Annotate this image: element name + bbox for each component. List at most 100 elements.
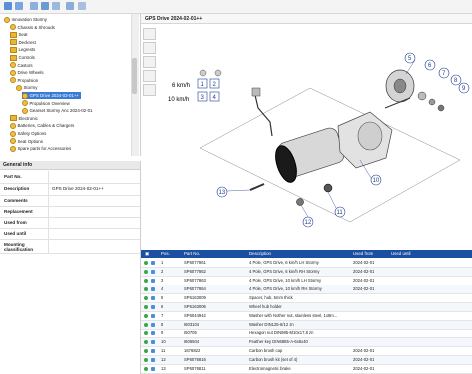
- table-row[interactable]: 6 SP6163006 Wheel hub holder: [141, 303, 472, 312]
- cart-icon[interactable]: [144, 278, 148, 283]
- tree-node[interactable]: Legrests: [10, 46, 35, 53]
- zoom-icon[interactable]: [66, 2, 74, 10]
- info-icon[interactable]: [151, 357, 155, 362]
- exploded-parts-drawing[interactable]: 6 km/h 10 km/h 1 2 3 4 5 6 7 8 9 10 11 1…: [160, 40, 472, 228]
- header-select-all[interactable]: ▣: [145, 250, 149, 258]
- description-cell: Electromagnetic brake: [249, 365, 291, 371]
- tree-node[interactable]: GPS Drive 2024-02-01++: [22, 92, 82, 99]
- list-view-icon[interactable]: [15, 2, 23, 10]
- select-tool-icon[interactable]: [143, 28, 156, 40]
- tree-scrollbar-thumb[interactable]: [132, 58, 137, 94]
- tree-node[interactable]: Drive Wheels: [10, 69, 44, 76]
- used-from-cell: 2024-02-01: [353, 356, 375, 362]
- cart-icon[interactable]: [144, 296, 148, 301]
- node-bullet-icon: [4, 16, 10, 23]
- used-from-cell: 2024-02-01: [353, 268, 375, 274]
- brush-kit-part: [296, 198, 304, 206]
- info-icon[interactable]: [151, 305, 155, 309]
- node-bullet-icon: [10, 77, 16, 84]
- info-icon[interactable]: [151, 366, 155, 371]
- print-icon[interactable]: [30, 2, 38, 10]
- description-cell: 4 Pole, GPS Drive, 6 km/h RH Stormy: [249, 268, 320, 274]
- node-bullet-icon: [22, 92, 28, 99]
- node-bullet-icon: [10, 145, 16, 152]
- description-cell: 4 Pole, GPS Drive, 6 km/h LH Stormy: [249, 260, 319, 265]
- table-row[interactable]: 3 SP6077863 4 Pole, GPS Drive, 10 km/h LH …: [141, 277, 472, 286]
- tree-node-label: Drive Wheels: [17, 70, 44, 76]
- col-used-from[interactable]: Used from: [353, 250, 373, 258]
- tree-node[interactable]: Electronic: [10, 115, 38, 122]
- pan-icon[interactable]: [143, 84, 156, 96]
- tree-node[interactable]: Batteries, Cables & Chargers: [10, 122, 74, 129]
- table-row[interactable]: 8 I803104 Washer DIN125-8/12 zn: [141, 320, 472, 330]
- tree-node[interactable]: Controls: [10, 54, 35, 61]
- cart-icon[interactable]: [144, 366, 148, 371]
- info-icon[interactable]: [151, 261, 155, 265]
- tree-node[interactable]: Stormy: [16, 84, 37, 91]
- table-row[interactable]: 1 SP6077861 4 Pole, GPS Drive, 6 km/h LH S…: [141, 259, 472, 268]
- tree-node[interactable]: Castors: [10, 62, 33, 69]
- tree-node[interactable]: Seat: [10, 31, 28, 38]
- info-icon[interactable]: [151, 296, 155, 301]
- cart-icon[interactable]: [144, 357, 148, 362]
- table-row[interactable]: 7 SP6044942 Washer with Nother nut, stainl…: [141, 312, 472, 321]
- cart-icon[interactable]: [144, 349, 148, 353]
- table-row[interactable]: 9 I50705 Hexagon nut DIN985-M10x17,8 zn: [141, 329, 472, 339]
- drawing-tools: [143, 28, 157, 98]
- tree-node[interactable]: Seat Options: [10, 138, 43, 145]
- table-row[interactable]: 4 SP6077864 4 Pole, GPS Drive, 10 km/h RH …: [141, 285, 472, 295]
- col-part-no[interactable]: Part No.: [184, 250, 200, 258]
- cart-icon[interactable]: [144, 313, 148, 318]
- tree-node[interactable]: Propulsion Overview: [22, 100, 70, 107]
- export-icon[interactable]: [41, 2, 49, 10]
- table-row[interactable]: 10 I606504 Feather key DIN6885-A-6x6x40: [141, 338, 472, 348]
- part-number-cell: I50705: [184, 330, 197, 336]
- used-from-cell: 2024-02-01: [353, 348, 375, 353]
- part-number-cell: I803104: [184, 321, 200, 327]
- table-row[interactable]: 13 SP6076811 Electromagnetic brake 2024-02-…: [141, 365, 472, 374]
- parts-table-header: ▣ Pos. Part No. Description Used from Us…: [141, 250, 472, 258]
- tree-node[interactable]: Gearset Stormy Anc 2024-02-01: [22, 107, 92, 114]
- tree-node[interactable]: Deckrest: [10, 39, 36, 46]
- fit-icon[interactable]: [143, 70, 156, 82]
- cart-icon[interactable]: [144, 261, 148, 265]
- tree-panel: Innovation Stormy Chassis & Shrouds Seat De…: [0, 14, 141, 156]
- tree-node[interactable]: Safety Options: [10, 130, 46, 137]
- info-icon[interactable]: [151, 322, 155, 327]
- cart-icon[interactable]: [144, 331, 148, 336]
- zoom-out-icon[interactable]: [143, 56, 156, 68]
- tree-node[interactable]: Chassis & Shrouds: [10, 24, 55, 31]
- table-row[interactable]: 11 1676822 Carbon brush cap 2024-02-01: [141, 347, 472, 356]
- info-icon[interactable]: [151, 349, 155, 353]
- table-row[interactable]: 12 SP6076816 Carbon brush kit (set of 4) 20…: [141, 355, 472, 365]
- info-icon[interactable]: [151, 313, 155, 318]
- pos-cell: 3: [161, 277, 164, 283]
- table-row[interactable]: 5 SP6163009 Spacer, hub, 5mm thick: [141, 294, 472, 304]
- search-icon[interactable]: [78, 2, 86, 10]
- table-row[interactable]: 2 SP6077862 4 Pole, GPS Drive, 6 km/h RH S…: [141, 267, 472, 277]
- pos-cell: 11: [161, 348, 166, 353]
- zoom-in-icon[interactable]: [143, 42, 156, 54]
- info-icon[interactable]: [151, 287, 155, 292]
- cart-icon[interactable]: [144, 269, 148, 274]
- settings-icon[interactable]: [52, 2, 60, 10]
- info-icon[interactable]: [151, 278, 155, 283]
- tree-node[interactable]: Propulsion: [10, 77, 38, 84]
- used-from-cell: 2024-02-01: [353, 286, 375, 292]
- folder-icon: [10, 46, 17, 53]
- col-used-until[interactable]: Used until: [391, 250, 411, 258]
- cart-icon[interactable]: [144, 287, 148, 292]
- tree-node[interactable]: Innovation Stormy: [4, 16, 47, 23]
- info-icon[interactable]: [151, 340, 155, 345]
- tree-node[interactable]: Spare parts for Accessories: [10, 145, 71, 152]
- cart-icon[interactable]: [144, 305, 148, 309]
- cable-part: [254, 94, 273, 137]
- grid-view-icon[interactable]: [4, 2, 12, 10]
- col-pos[interactable]: Pos.: [161, 250, 170, 258]
- col-description[interactable]: Description: [249, 250, 271, 258]
- cart-icon[interactable]: [144, 340, 148, 345]
- cart-icon[interactable]: [144, 322, 148, 327]
- used-from-cell: 2024-02-01: [353, 260, 375, 265]
- info-icon[interactable]: [151, 331, 155, 336]
- info-icon[interactable]: [151, 269, 155, 274]
